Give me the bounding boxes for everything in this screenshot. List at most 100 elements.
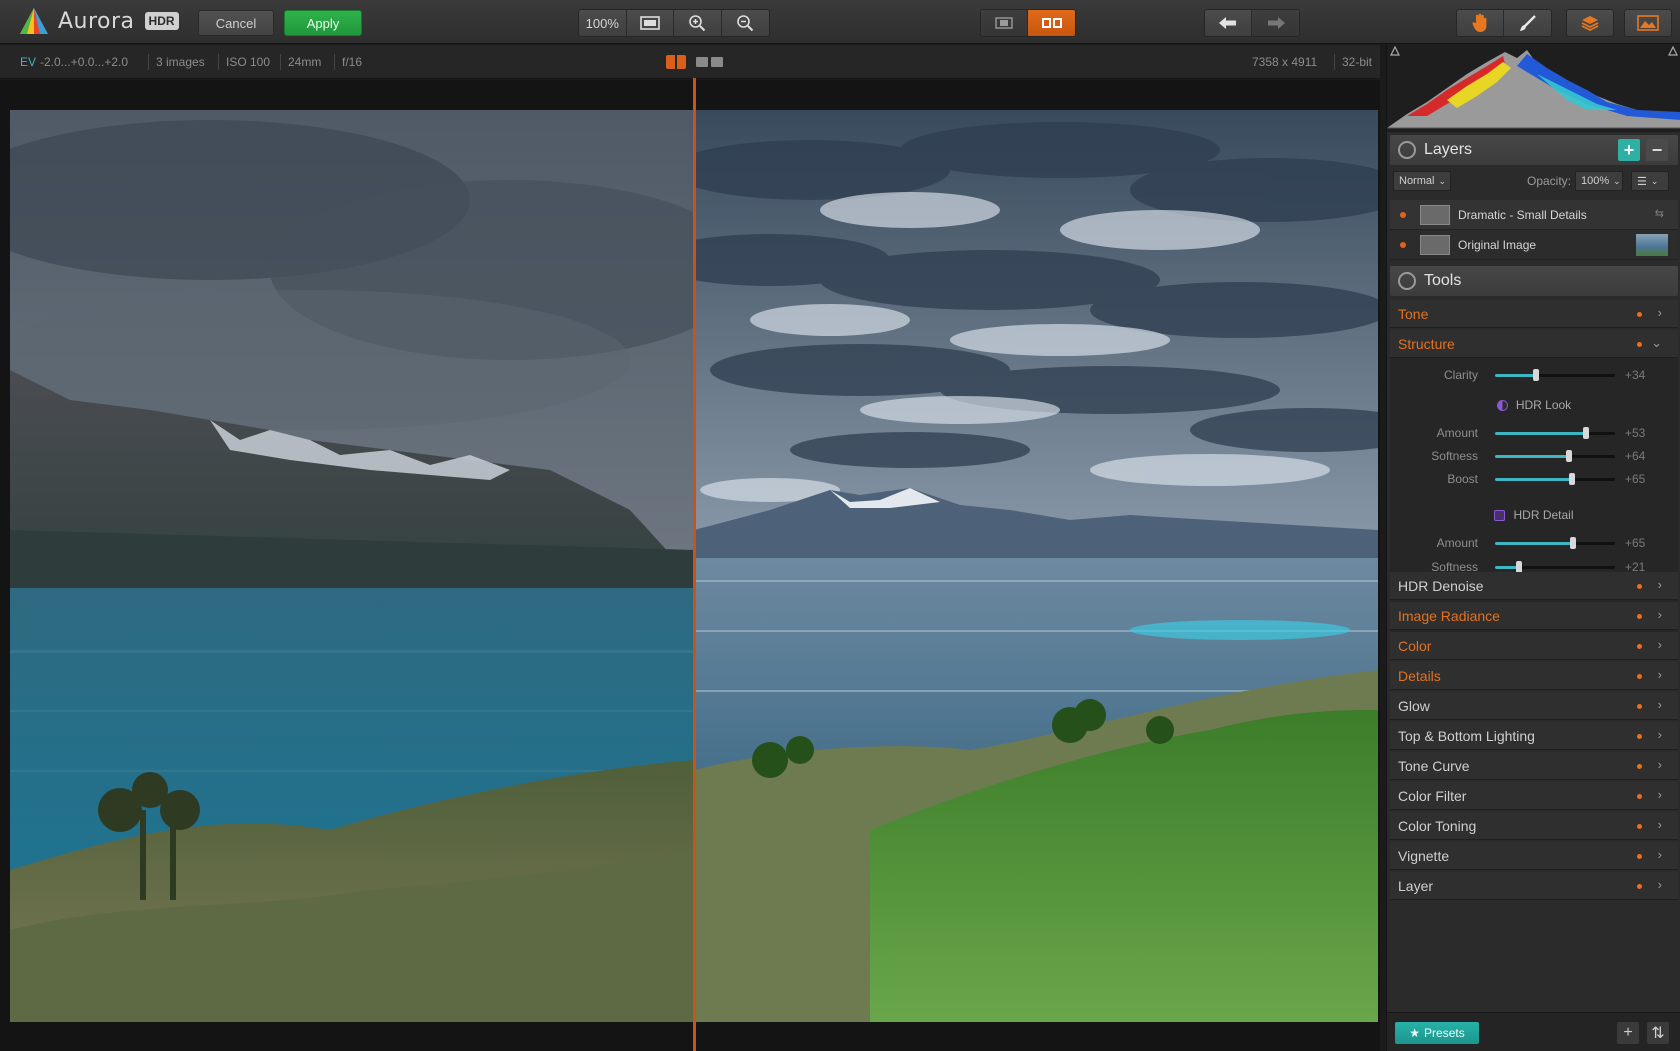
hdr-look-softness-slider[interactable]: Softness +64	[1390, 445, 1678, 467]
tool-image-radiance[interactable]: Image Radiance ›	[1390, 602, 1678, 630]
tool-glow[interactable]: Glow ›	[1390, 692, 1678, 720]
split-divider[interactable]	[693, 78, 696, 1051]
layer-visibility-icon[interactable]	[1400, 211, 1406, 218]
slider-track[interactable]	[1495, 537, 1615, 549]
highlight-clip-icon[interactable]	[1668, 46, 1678, 56]
slider-handle[interactable]	[1570, 537, 1576, 549]
tool-layer[interactable]: Layer ›	[1390, 872, 1678, 900]
tool-active-dot	[1637, 312, 1642, 317]
layer-options-menu[interactable]: ☰ ⌄	[1631, 171, 1669, 191]
add-preset-icon[interactable]: +	[1617, 1022, 1639, 1044]
tool-color-toning[interactable]: Color Toning ›	[1390, 812, 1678, 840]
hdr-look-icon	[1496, 399, 1508, 411]
zoom-out-icon[interactable]	[722, 10, 769, 36]
shadow-clip-icon[interactable]	[1390, 46, 1400, 56]
hand-icon[interactable]	[1457, 10, 1505, 36]
tool-tone-curve[interactable]: Tone Curve ›	[1390, 752, 1678, 780]
slider-handle[interactable]	[1583, 427, 1590, 439]
image-panel-icon[interactable]	[1625, 10, 1671, 36]
layer-visibility-icon[interactable]	[1400, 241, 1406, 248]
slider-track[interactable]	[1495, 427, 1615, 439]
tool-structure[interactable]: Structure ⌄	[1390, 330, 1678, 358]
side-by-side-icon[interactable]	[696, 57, 724, 67]
layer-settings-icon[interactable]: ⇆	[1655, 207, 1664, 220]
image-canvas[interactable]	[0, 80, 1380, 1051]
slider-label: Amount	[1436, 536, 1478, 550]
cancel-button[interactable]: Cancel	[198, 10, 274, 36]
tool-label: Tone	[1398, 305, 1429, 322]
hdr-detail-icon	[1494, 509, 1506, 521]
fit-screen-icon[interactable]	[627, 10, 674, 36]
bit-depth: 32-bit	[1342, 55, 1373, 69]
slider-track[interactable]	[1495, 473, 1615, 485]
brush-icon[interactable]	[1504, 10, 1551, 36]
apply-button[interactable]: Apply	[284, 10, 362, 36]
tool-label: Details	[1398, 667, 1441, 684]
histogram	[1387, 44, 1680, 132]
image-info-bar: EV -2.0...+0.0...+2.0 3 images ISO 100 2…	[0, 45, 1380, 79]
app-badge: HDR	[144, 12, 179, 30]
slider-handle[interactable]	[1532, 369, 1539, 381]
split-view-icon[interactable]	[1028, 10, 1075, 36]
tool-top-bottom-lighting[interactable]: Top & Bottom Lighting ›	[1390, 722, 1678, 750]
hdr-look-header[interactable]: HDR Look	[1390, 394, 1678, 416]
chevron-right-icon: ›	[1657, 637, 1662, 652]
presets-button[interactable]: ★ Presets	[1395, 1022, 1479, 1044]
clarity-slider[interactable]: Clarity +34	[1390, 364, 1678, 386]
tool-tone[interactable]: Tone ›	[1390, 300, 1678, 328]
tool-active-dot	[1637, 342, 1642, 347]
tool-label: Tone Curve	[1398, 757, 1470, 774]
layer-item[interactable]: Dramatic - Small Details ⇆	[1390, 200, 1678, 230]
layer-thumbnail	[1420, 234, 1450, 255]
slider-track[interactable]	[1495, 561, 1615, 573]
layer-name: Original Image	[1458, 237, 1537, 252]
hdr-look-amount-slider[interactable]: Amount +53	[1390, 422, 1678, 444]
slider-handle[interactable]	[1568, 473, 1575, 485]
remove-layer-button[interactable]: −	[1646, 139, 1668, 161]
hdr-detail-title: HDR Detail	[1513, 508, 1574, 522]
layers-header[interactable]: Layers + −	[1390, 135, 1678, 165]
slider-handle[interactable]	[1566, 450, 1573, 462]
zoom-in-icon[interactable]	[674, 10, 722, 36]
tool-active-dot	[1637, 824, 1642, 829]
single-view-icon[interactable]	[981, 10, 1029, 36]
tool-label: Image Radiance	[1398, 607, 1500, 624]
tool-color-filter[interactable]: Color Filter ›	[1390, 782, 1678, 810]
layer-item[interactable]: Original Image	[1390, 230, 1678, 260]
hdr-detail-header[interactable]: HDR Detail	[1390, 504, 1678, 526]
blend-mode-value: Normal	[1399, 175, 1435, 187]
add-layer-button[interactable]: +	[1618, 139, 1640, 161]
chevron-right-icon: ›	[1657, 757, 1662, 772]
compare-view-toggle	[980, 9, 1076, 37]
tool-label: Top & Bottom Lighting	[1398, 727, 1535, 744]
histogram-toggle	[1624, 9, 1672, 37]
tool-active-dot	[1637, 854, 1642, 859]
tool-details[interactable]: Details ›	[1390, 662, 1678, 690]
tool-color[interactable]: Color ›	[1390, 632, 1678, 660]
layers-stack-icon[interactable]	[1567, 10, 1613, 36]
blend-mode-select[interactable]: Normal ⌄	[1393, 171, 1451, 191]
zoom-level[interactable]: 100%	[579, 10, 627, 36]
tools-header[interactable]: Tools	[1390, 266, 1678, 296]
app-name: Aurora	[58, 8, 135, 34]
split-compare-icon[interactable]	[666, 55, 686, 69]
chevron-right-icon: ›	[1657, 607, 1662, 622]
preset-settings-icon[interactable]: ⇅	[1647, 1022, 1669, 1044]
hdr-look-boost-slider[interactable]: Boost +65	[1390, 468, 1678, 490]
tool-active-dot	[1637, 584, 1642, 589]
tool-active-dot	[1637, 674, 1642, 679]
slider-value: +65	[1625, 536, 1646, 550]
layers-collapse-icon[interactable]	[1398, 141, 1416, 159]
tool-vignette[interactable]: Vignette ›	[1390, 842, 1678, 870]
opacity-select[interactable]: 100% ⌄	[1575, 171, 1623, 191]
tools-collapse-icon[interactable]	[1398, 272, 1416, 290]
slider-track[interactable]	[1495, 450, 1615, 462]
aurora-logo-icon	[20, 8, 48, 34]
tool-hdr-denoise[interactable]: HDR Denoise ›	[1390, 572, 1678, 600]
slider-label: Softness	[1431, 449, 1478, 463]
chevron-right-icon: ›	[1657, 727, 1662, 742]
hdr-detail-amount-slider[interactable]: Amount +65	[1390, 532, 1678, 554]
redo-icon[interactable]	[1252, 10, 1299, 36]
undo-icon[interactable]	[1205, 10, 1253, 36]
slider-track[interactable]	[1495, 369, 1615, 381]
